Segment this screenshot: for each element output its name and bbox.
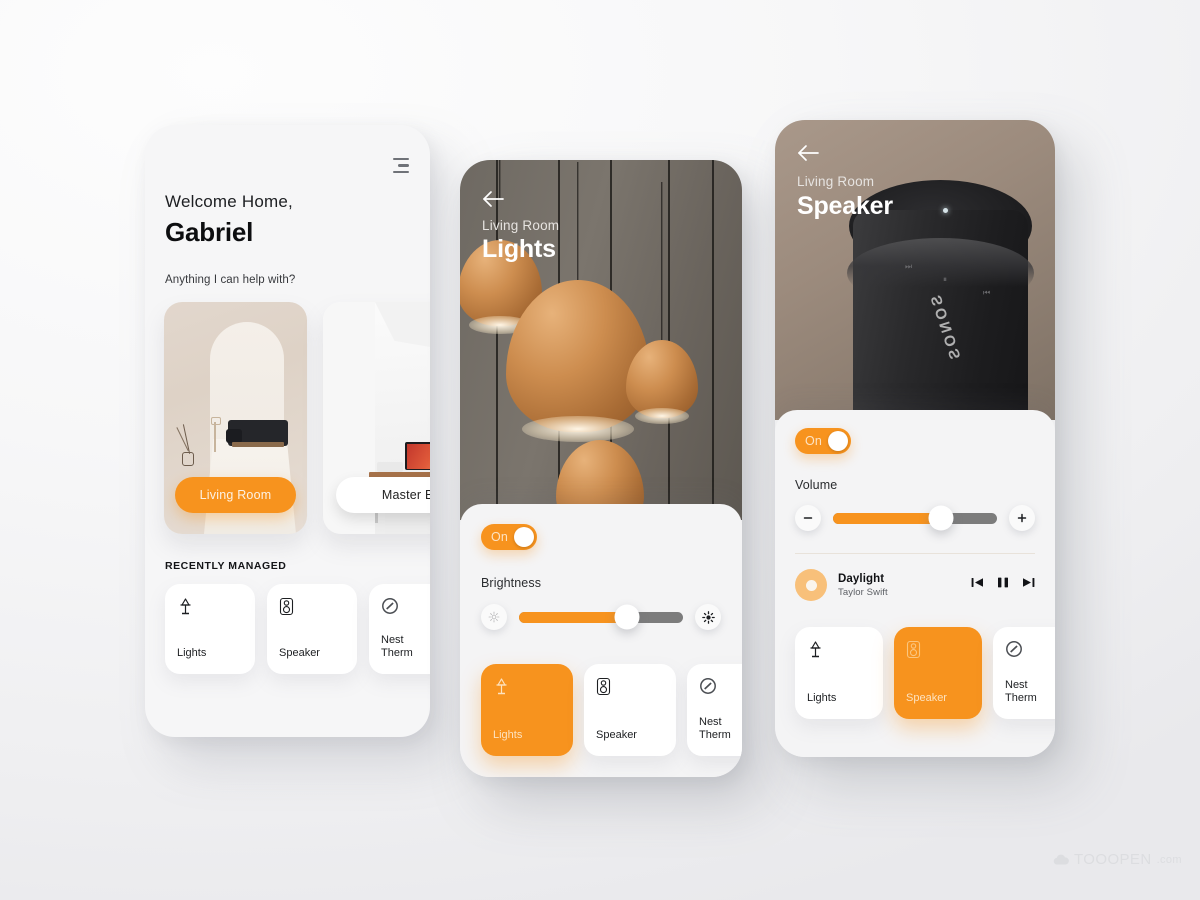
watermark-brand: TOOOPEN: [1074, 851, 1152, 868]
device-label: Nest Therm: [381, 633, 413, 660]
device-strip: Lights Speaker Nest Therm: [795, 627, 1055, 719]
room-label-living-room[interactable]: Living Room: [175, 477, 296, 513]
toggle-label: On: [491, 530, 509, 544]
plus-icon[interactable]: [1009, 505, 1035, 531]
device-card-speaker[interactable]: Speaker: [267, 584, 357, 674]
device-card-speaker[interactable]: Speaker: [584, 664, 676, 756]
brightness-high-icon[interactable]: [695, 604, 721, 630]
watermark-suffix: .com: [1156, 853, 1182, 866]
speaker-icon: [906, 640, 970, 659]
previous-track-icon[interactable]: [971, 576, 984, 594]
room-label-master-bedroom[interactable]: Master Bedroom: [336, 477, 430, 513]
user-name: Gabriel: [165, 217, 254, 247]
device-card-lights[interactable]: Lights: [795, 627, 883, 719]
minus-icon[interactable]: [795, 505, 821, 531]
device-label: Nest Therm: [699, 715, 731, 742]
device-label: Nest Therm: [1005, 678, 1037, 705]
device-label: Lights: [177, 647, 207, 660]
thermostat-icon: [1005, 640, 1055, 658]
lamp-icon: [807, 640, 871, 659]
lights-photo: [460, 160, 742, 532]
device-label: Speaker: [906, 692, 947, 705]
device-card-lights[interactable]: Lights: [165, 584, 255, 674]
watermark: TOOOPEN .com: [1053, 851, 1182, 868]
breadcrumb: Living Room: [797, 174, 875, 189]
device-label: Speaker: [279, 647, 320, 660]
room-carousel[interactable]: Living Room Master Bedroom: [145, 302, 430, 534]
phone-lights-screen: Living Room Lights On Brightness Lights …: [460, 160, 742, 777]
page-title: Speaker: [797, 192, 893, 220]
speaker-icon: [596, 677, 664, 696]
toggle-knob: [514, 527, 534, 547]
brightness-label: Brightness: [481, 576, 542, 590]
power-toggle[interactable]: On: [795, 428, 851, 454]
transport-controls: [971, 576, 1035, 594]
volume-track[interactable]: [833, 505, 997, 531]
breadcrumb: Living Room: [482, 218, 560, 233]
phone-speaker-screen: ⏭ ⏸ ⏮ SONOS Living Room Speaker On Volum…: [775, 120, 1055, 757]
speaker-control-panel: On Volume Daylight Taylor Swift Lights S…: [775, 410, 1055, 757]
back-arrow-icon[interactable]: [797, 144, 821, 164]
lamp-icon: [493, 677, 561, 696]
device-strip: Lights Speaker Nest Therm: [481, 664, 742, 756]
vinyl-record-icon: [795, 569, 827, 601]
lights-control-panel: On Brightness Lights Speaker Nest Therm: [460, 504, 742, 777]
speaker-icon: [279, 597, 345, 616]
device-label: Lights: [807, 692, 837, 705]
back-arrow-icon[interactable]: [482, 190, 506, 210]
pause-icon[interactable]: [997, 576, 1009, 594]
brightness-fill: [519, 611, 628, 623]
thermostat-icon: [381, 597, 430, 615]
speaker-photo: ⏭ ⏸ ⏮ SONOS: [775, 120, 1055, 440]
device-label: Lights: [493, 729, 523, 742]
power-toggle[interactable]: On: [481, 524, 537, 550]
brightness-track[interactable]: [519, 604, 683, 630]
room-card-master-bedroom[interactable]: Master Bedroom: [323, 302, 430, 534]
volume-label: Volume: [795, 478, 838, 492]
volume-knob[interactable]: [928, 505, 954, 531]
recently-managed-heading: RECENTLY MANAGED: [165, 560, 287, 572]
device-card-nest-thermostat[interactable]: Nest Therm: [993, 627, 1055, 719]
now-playing-row: Daylight Taylor Swift: [795, 569, 1035, 601]
toggle-label: On: [805, 434, 823, 448]
next-track-icon[interactable]: [1022, 576, 1035, 594]
room-card-living-room[interactable]: Living Room: [164, 302, 307, 534]
assistant-prompt: Anything I can help with?: [165, 274, 296, 286]
speaker-hero: ⏭ ⏸ ⏮ SONOS Living Room Speaker: [775, 120, 1055, 440]
device-card-nest-thermostat[interactable]: Nest Therm: [687, 664, 742, 756]
device-card-nest-thermostat[interactable]: Nest Therm: [369, 584, 430, 674]
track-title: Daylight: [838, 572, 885, 585]
home-header: Welcome Home, Gabriel Anything I can hel…: [145, 125, 430, 286]
lights-hero: Living Room Lights: [460, 160, 742, 532]
phone-home-screen: Welcome Home, Gabriel Anything I can hel…: [145, 125, 430, 737]
lamp-icon: [177, 597, 243, 616]
thermostat-icon: [699, 677, 742, 695]
volume-fill: [833, 512, 942, 524]
device-card-speaker[interactable]: Speaker: [894, 627, 982, 719]
toggle-knob: [828, 431, 848, 451]
volume-slider-row[interactable]: [795, 505, 1035, 531]
cloud-icon: [1053, 854, 1069, 865]
hamburger-menu-icon[interactable]: [389, 158, 409, 174]
page-title: Lights: [482, 235, 556, 263]
brightness-slider-row[interactable]: [481, 604, 721, 630]
brightness-knob[interactable]: [614, 604, 640, 630]
device-card-lights[interactable]: Lights: [481, 664, 573, 756]
recently-managed-list: Lights Speaker Nest Therm: [145, 572, 430, 674]
device-label: Speaker: [596, 729, 637, 742]
greeting-text: Welcome Home,: [165, 192, 293, 211]
track-artist: Taylor Swift: [838, 586, 888, 598]
brightness-low-icon[interactable]: [481, 604, 507, 630]
